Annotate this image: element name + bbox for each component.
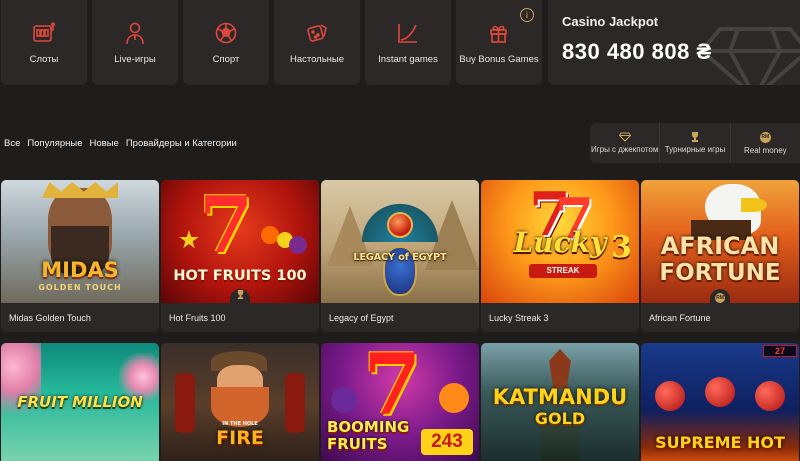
filter-label: Real money — [743, 145, 787, 155]
filter-all[interactable]: Все — [4, 138, 20, 149]
game-thumbnail: 7 BOOMING FRUITS 243 — [321, 343, 479, 461]
football-icon — [213, 20, 239, 46]
game-art-title: AFRICAN — [660, 232, 780, 260]
game-art-title: LEGACY of EGYPT — [353, 252, 447, 263]
category-live[interactable]: Live-игры — [92, 0, 178, 85]
diamond-icon — [618, 132, 631, 143]
category-buy-bonus[interactable]: i Buy Bonus Games — [456, 0, 542, 85]
category-label: Live-игры — [114, 54, 156, 65]
game-card[interactable]: KATMANDU GOLD — [481, 343, 639, 461]
info-icon[interactable]: i — [520, 8, 534, 22]
game-card[interactable]: AFRICAN FORTUNE African Fortune RM — [641, 180, 799, 332]
filter-providers[interactable]: Провайдеры и Категории — [126, 138, 237, 149]
game-title: Hot Fruits 100 — [169, 312, 226, 323]
dealer-icon — [122, 20, 148, 46]
jackpot-panel: Casino Jackpot 830 480 808 ₴ — [548, 0, 800, 85]
game-art-title: MIDAS — [41, 258, 119, 282]
game-art-title: KATMANDU — [492, 385, 628, 409]
game-title: Midas Golden Touch — [9, 312, 91, 323]
trophy-icon — [690, 132, 700, 143]
game-title: Legacy of Egypt — [329, 312, 394, 323]
game-thumbnail: 27 SUPREME HOT — [641, 343, 799, 461]
game-art-number: 3 — [611, 230, 632, 265]
category-bar: Слоты Live-игры Спорт Настольные Instant… — [0, 0, 800, 85]
game-art-title: SUPREME HOT — [655, 433, 785, 452]
category-slots[interactable]: Слоты — [1, 0, 87, 85]
chart-up-icon — [395, 20, 421, 46]
category-sport[interactable]: Спорт — [183, 0, 269, 85]
game-art-title: FIRE — [216, 427, 264, 449]
game-card[interactable]: 7 HOT FRUITS 100 Hot Fruits 100 — [161, 180, 319, 332]
game-card[interactable]: FIRE IN THE HOLE — [161, 343, 319, 461]
category-instant[interactable]: Instant games — [365, 0, 451, 85]
filter-tournament-games[interactable]: Турнирные игры — [660, 123, 731, 163]
category-label: Настольные — [289, 54, 345, 65]
game-thumbnail: 7 7 Lucky 3 STREAK — [481, 180, 639, 303]
game-card[interactable]: 27 SUPREME HOT — [641, 343, 799, 461]
filter-label: Турнирные игры — [664, 145, 726, 154]
feature-filter-group: Игры с джекпотом Турнирные игры RM Real … — [590, 123, 800, 163]
game-card[interactable]: MIDAS GOLDEN TOUCH Midas Golden Touch — [1, 180, 159, 332]
rm-icon: RM — [710, 289, 730, 303]
filter-label: Игры с джекпотом — [590, 145, 659, 154]
category-label: Buy Bonus Games — [459, 54, 539, 65]
game-thumbnail: 7 HOT FRUITS 100 — [161, 180, 319, 303]
game-art-number: 243 — [421, 429, 473, 455]
game-art-subtitle: FORTUNE — [659, 260, 781, 286]
filter-new[interactable]: Новые — [90, 138, 119, 149]
gift-icon — [486, 20, 512, 46]
slot-machine-icon — [31, 20, 57, 46]
game-title: Lucky Streak 3 — [489, 312, 549, 323]
game-thumbnail: MIDAS GOLDEN TOUCH — [1, 180, 159, 303]
game-art-number: 27 — [763, 345, 797, 357]
trophy-icon — [230, 289, 250, 303]
dice-icon — [304, 20, 330, 46]
game-card[interactable]: FRUIT MILLION — [1, 343, 159, 461]
game-art-subtitle: STREAK — [529, 264, 597, 278]
category-table[interactable]: Настольные — [274, 0, 360, 85]
rm-icon: RM — [759, 131, 771, 143]
game-card[interactable]: LEGACY of EGYPT Legacy of Egypt — [321, 180, 479, 332]
filter-jackpot-games[interactable]: Игры с джекпотом — [590, 123, 661, 163]
category-label: Instant games — [378, 54, 438, 65]
game-art-subtitle: GOLDEN TOUCH — [38, 283, 122, 292]
game-card[interactable]: 7 7 Lucky 3 STREAK Lucky Streak 3 — [481, 180, 639, 332]
game-art-title: FRUIT MILLION — [17, 393, 143, 411]
game-thumbnail: LEGACY of EGYPT — [321, 180, 479, 303]
diamond-icon — [700, 27, 800, 85]
game-card[interactable]: 7 BOOMING FRUITS 243 — [321, 343, 479, 461]
game-filter-tabs: Все Популярные Новые Провайдеры и Катего… — [4, 138, 237, 149]
game-thumbnail: KATMANDU GOLD — [481, 343, 639, 461]
game-title: African Fortune — [649, 312, 711, 323]
game-art-subtitle: IN THE HOLE — [222, 421, 258, 427]
filter-real-money[interactable]: RM Real money — [731, 123, 800, 163]
game-thumbnail: FRUIT MILLION — [1, 343, 159, 461]
game-art-subtitle: GOLD — [534, 409, 586, 428]
category-label: Слоты — [29, 54, 59, 65]
category-label: Спорт — [212, 54, 240, 65]
game-art-title: HOT FRUITS 100 — [173, 268, 307, 284]
game-thumbnail: AFRICAN FORTUNE — [641, 180, 799, 303]
game-thumbnail: FIRE IN THE HOLE — [161, 343, 319, 461]
filter-popular[interactable]: Популярные — [27, 138, 82, 149]
